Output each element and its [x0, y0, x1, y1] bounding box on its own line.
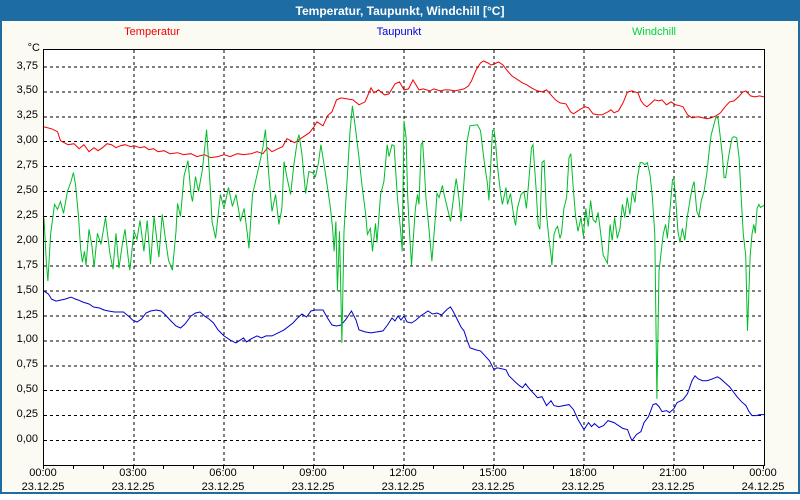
x-time-label: 00:00 — [29, 467, 57, 479]
x-time-label: 00:00 — [749, 467, 777, 479]
window-title: Temperatur, Taupunkt, Windchill [°C] — [295, 4, 505, 18]
x-time-label: 18:00 — [569, 467, 597, 479]
y-axis-unit-label: °C — [27, 42, 40, 54]
x-date-label: 23.12.25 — [651, 481, 695, 493]
y-tick-label: 3,50 — [16, 84, 38, 97]
x-date-label: 23.12.25 — [111, 481, 155, 493]
y-tick-label: 3,25 — [16, 109, 38, 122]
y-tick-label: 0,25 — [16, 408, 38, 421]
legend-taupunkt: Taupunkt — [376, 26, 422, 38]
legend-temperatur: Temperatur — [124, 26, 180, 38]
y-tick-label: 3,00 — [16, 134, 38, 147]
y-tick-label: 1,25 — [16, 308, 38, 321]
plot-area — [43, 49, 765, 466]
title-bar: Temperatur, Taupunkt, Windchill [°C] — [2, 2, 798, 21]
y-tick-label: 1,50 — [16, 283, 38, 296]
app-window: Temperatur, Taupunkt, Windchill [°C] Tem… — [0, 0, 800, 500]
y-tick-label: 0,00 — [16, 433, 38, 445]
x-date-label: 24.12.25 — [741, 481, 785, 493]
x-time-label: 15:00 — [479, 467, 507, 479]
y-tick-label: 2,50 — [16, 184, 38, 196]
x-time-label: 21:00 — [659, 467, 687, 479]
y-tick-label: 0,75 — [16, 358, 38, 371]
x-time-label: 03:00 — [119, 467, 147, 479]
x-date-label: 23.12.25 — [291, 481, 335, 493]
y-tick-label: 2,25 — [16, 208, 38, 221]
x-date-label: 23.12.25 — [381, 481, 425, 493]
window-frame: Temperatur, Taupunkt, Windchill [°C] Tem… — [0, 0, 800, 494]
x-date-label: 23.12.25 — [21, 481, 65, 493]
x-date-label: 23.12.25 — [201, 481, 245, 493]
y-tick-label: 2,75 — [16, 159, 38, 172]
x-time-label: 09:00 — [299, 467, 327, 479]
x-date-label: 23.12.25 — [471, 481, 515, 493]
y-tick-label: 0,50 — [16, 383, 38, 396]
x-time-label: 12:00 — [389, 467, 417, 479]
series-windchill — [44, 105, 764, 399]
chart-canvas — [44, 50, 764, 465]
x-time-label: 06:00 — [209, 467, 237, 479]
y-tick-label: 3,75 — [16, 59, 38, 72]
y-tick-label: 1,00 — [16, 333, 38, 346]
y-tick-label: 2,00 — [16, 233, 38, 246]
legend-windchill: Windchill — [631, 26, 677, 38]
x-date-label: 23.12.25 — [561, 481, 605, 493]
y-tick-label: 1,75 — [16, 258, 38, 271]
